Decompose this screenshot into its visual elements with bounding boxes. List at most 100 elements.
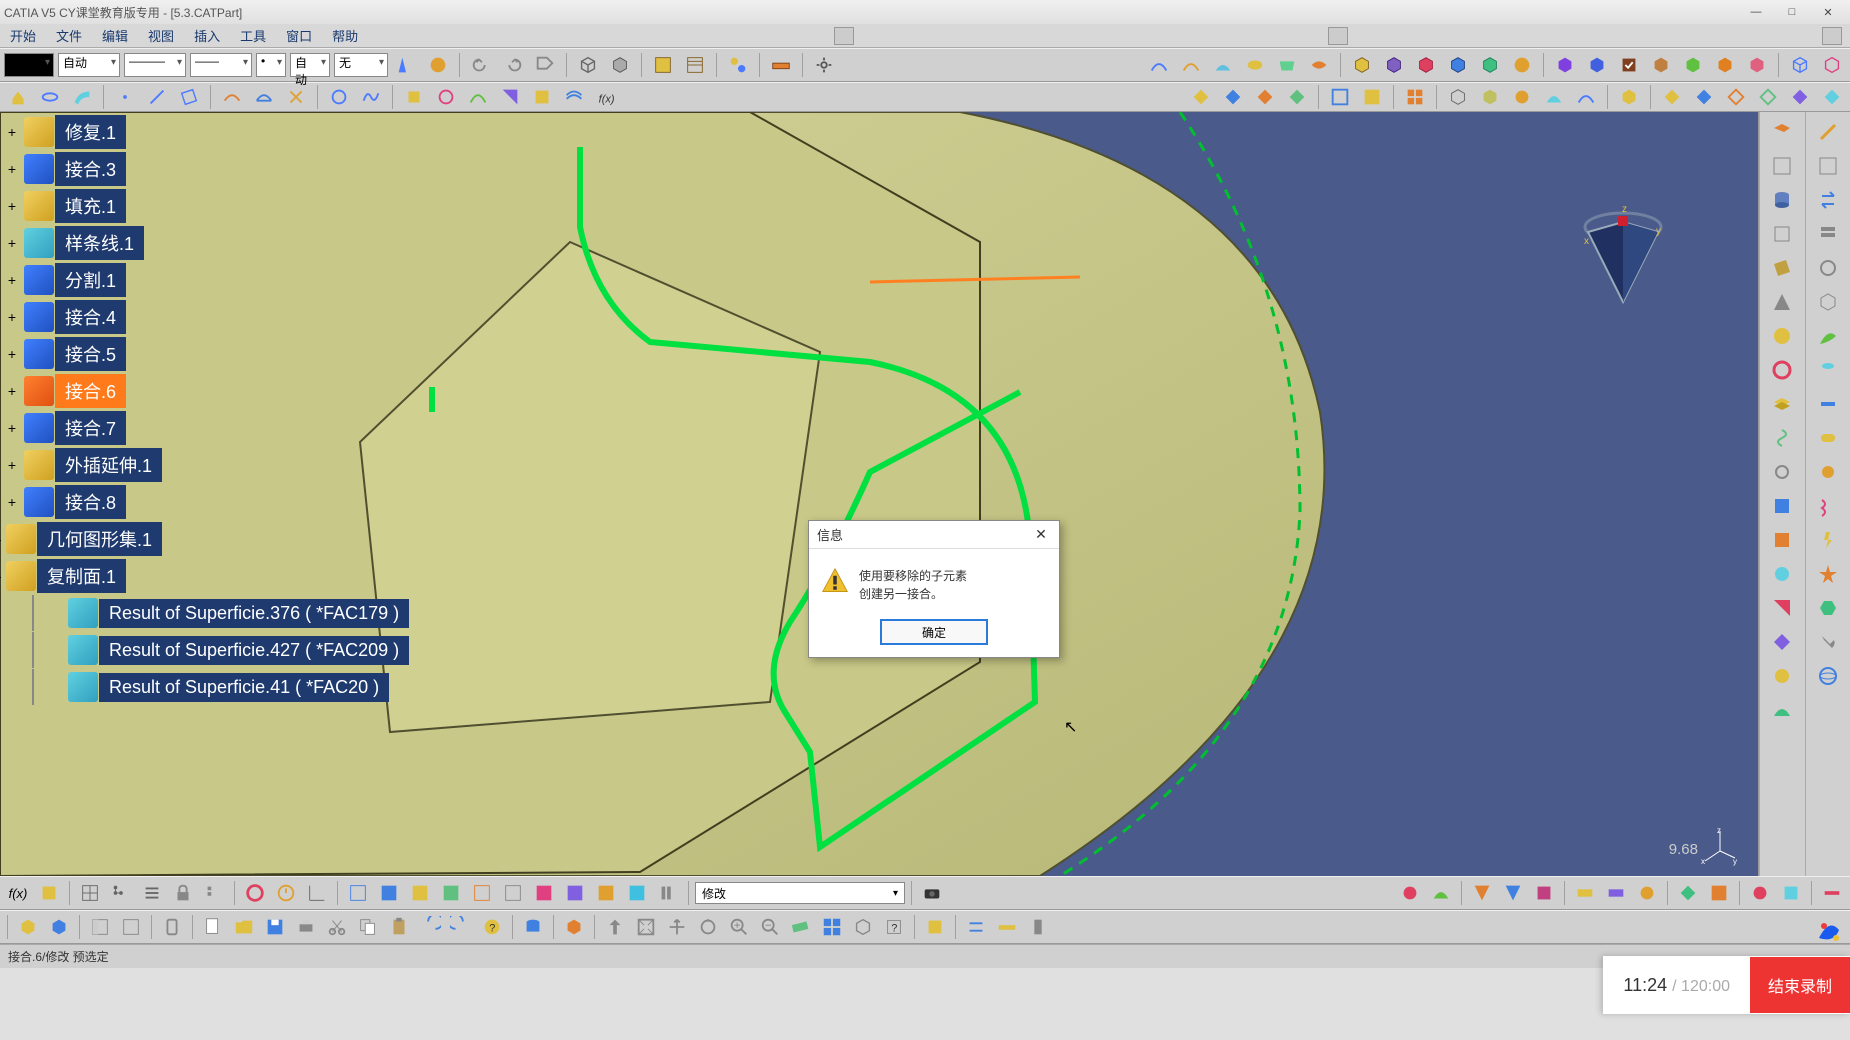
maximize-button[interactable]: □ <box>1774 2 1810 22</box>
btm2-undo2-icon[interactable] <box>416 913 444 941</box>
gear-icon[interactable] <box>810 51 838 79</box>
plane-tool-icon[interactable] <box>175 83 203 111</box>
rp2-wrench-icon[interactable] <box>1813 628 1843 656</box>
auto-dropdown-2[interactable]: 自动 <box>290 53 330 77</box>
rp2-bar-icon[interactable] <box>1813 390 1843 418</box>
tag-icon[interactable] <box>531 51 559 79</box>
expand-icon[interactable]: — <box>0 566 4 586</box>
point-dropdown[interactable]: • <box>256 53 286 77</box>
trans-tool-4-icon[interactable] <box>1283 83 1311 111</box>
menu-file[interactable]: 文件 <box>52 24 86 47</box>
wire-cube-1-icon[interactable] <box>1786 51 1814 79</box>
btm-r4-icon[interactable] <box>1499 879 1527 907</box>
btm-grid10-icon[interactable] <box>592 879 620 907</box>
diamond-tool-2-icon[interactable] <box>1690 83 1718 111</box>
expand-icon[interactable]: + <box>2 492 22 512</box>
btm2-open-icon[interactable] <box>230 913 258 941</box>
rp-box-icon[interactable] <box>1767 220 1797 248</box>
rp2-cube-icon[interactable] <box>1813 288 1843 316</box>
curve-tool-2-icon[interactable] <box>1177 51 1205 79</box>
btm-r9-icon[interactable] <box>1674 879 1702 907</box>
btm-r1-icon[interactable] <box>1396 879 1424 907</box>
btm-r13-icon[interactable] <box>1818 879 1846 907</box>
solid-tool-4-icon[interactable] <box>1444 51 1472 79</box>
btm2-print-icon[interactable] <box>292 913 320 941</box>
iso-tool-4-icon[interactable] <box>1540 83 1568 111</box>
linetype-dropdown[interactable]: ——— <box>124 53 186 77</box>
rp-more6-icon[interactable] <box>1767 662 1797 690</box>
expand-icon[interactable]: + <box>2 122 22 142</box>
redo-icon[interactable] <box>499 51 527 79</box>
cube-blue2-icon[interactable] <box>1583 51 1611 79</box>
btm2-zoom-in-icon[interactable] <box>725 913 753 941</box>
btm-tree-icon[interactable] <box>107 879 135 907</box>
wire-cube-2-icon[interactable] <box>1818 51 1846 79</box>
color-dropdown[interactable] <box>4 53 54 77</box>
box-yellow-icon[interactable] <box>649 51 677 79</box>
menu-insert[interactable]: 插入 <box>190 24 224 47</box>
btm2-paste-icon[interactable] <box>385 913 413 941</box>
btm2-swap2-icon[interactable] <box>962 913 990 941</box>
btm-ring2-icon[interactable] <box>241 879 269 907</box>
cube-wire-icon[interactable] <box>574 51 602 79</box>
compass[interactable]: x y z <box>1578 202 1668 312</box>
measure-icon[interactable] <box>767 51 795 79</box>
btm-r8-icon[interactable] <box>1633 879 1661 907</box>
btm2-save-icon[interactable] <box>261 913 289 941</box>
btm2-new-icon[interactable] <box>199 913 227 941</box>
diamond-tool-5-icon[interactable] <box>1786 83 1814 111</box>
btm-grid3-icon[interactable] <box>375 879 403 907</box>
op-tool-3-icon[interactable] <box>464 83 492 111</box>
doc-minimize-button[interactable] <box>834 27 854 45</box>
btm-grid6-icon[interactable] <box>468 879 496 907</box>
btm-r11-icon[interactable] <box>1746 879 1774 907</box>
expand-icon[interactable]: + <box>2 307 22 327</box>
menu-start[interactable]: 开始 <box>6 24 40 47</box>
rp-layers-icon[interactable] <box>1767 390 1797 418</box>
auto-dropdown-1[interactable]: 自动 <box>58 53 120 77</box>
rp-cone-icon[interactable] <box>1767 288 1797 316</box>
view-tool-1-icon[interactable] <box>1326 83 1354 111</box>
rp2-swap-icon[interactable] <box>1813 186 1843 214</box>
btm2-fit-icon[interactable] <box>632 913 660 941</box>
rp2-spring-icon[interactable] <box>1813 492 1843 520</box>
btm-r6-icon[interactable] <box>1571 879 1599 907</box>
feature-tree[interactable]: +修复.1 +接合.3 +填充.1 +样条线.1 +分割.1 +接合.4 +接合… <box>2 114 432 706</box>
cube-sel-icon[interactable] <box>1647 51 1675 79</box>
menu-window[interactable]: 窗口 <box>282 24 316 47</box>
cube-pink-icon[interactable] <box>1743 51 1771 79</box>
btm2-pan-icon[interactable] <box>663 913 691 941</box>
expand-icon[interactable]: + <box>2 233 22 253</box>
rp2-cyl2-icon[interactable] <box>1813 356 1843 384</box>
tree-item-join8[interactable]: +接合.8 <box>2 484 432 520</box>
btm2-normal-icon[interactable] <box>787 913 815 941</box>
btm-r2-icon[interactable] <box>1427 879 1455 907</box>
rp-more3-icon[interactable] <box>1767 560 1797 588</box>
solid-tool-5-icon[interactable] <box>1476 51 1504 79</box>
trans-tool-2-icon[interactable] <box>1219 83 1247 111</box>
cube-solid-icon[interactable] <box>606 51 634 79</box>
op-tool-4-icon[interactable] <box>496 83 524 111</box>
iso-tool-1-icon[interactable] <box>1444 83 1472 111</box>
proj-tool-1-icon[interactable] <box>218 83 246 111</box>
tree-item-split[interactable]: +分割.1 <box>2 262 432 298</box>
diamond-tool-4-icon[interactable] <box>1754 83 1782 111</box>
spline-tool-icon[interactable] <box>357 83 385 111</box>
tree-result-1[interactable]: Result of Superficie.376 ( *FAC179 ) <box>32 595 432 631</box>
btm2-help-icon[interactable]: ? <box>478 913 506 941</box>
diamond-tool-1-icon[interactable] <box>1658 83 1686 111</box>
undo-icon[interactable] <box>467 51 495 79</box>
expand-icon[interactable]: + <box>2 270 22 290</box>
btm-grid-icon[interactable] <box>76 879 104 907</box>
rp-sphere2-icon[interactable] <box>1767 322 1797 350</box>
btm-lock-icon[interactable] <box>169 879 197 907</box>
btm2-copy-icon[interactable] <box>354 913 382 941</box>
rp-more2-icon[interactable] <box>1767 526 1797 554</box>
btm-r3-icon[interactable] <box>1468 879 1496 907</box>
cube-orange2-icon[interactable] <box>1711 51 1739 79</box>
surf-tool-2-icon[interactable] <box>1241 51 1269 79</box>
btm-r7-icon[interactable] <box>1602 879 1630 907</box>
box-striped-icon[interactable] <box>681 51 709 79</box>
rp-sheet-icon[interactable] <box>1767 254 1797 282</box>
sweep-icon[interactable] <box>68 83 96 111</box>
